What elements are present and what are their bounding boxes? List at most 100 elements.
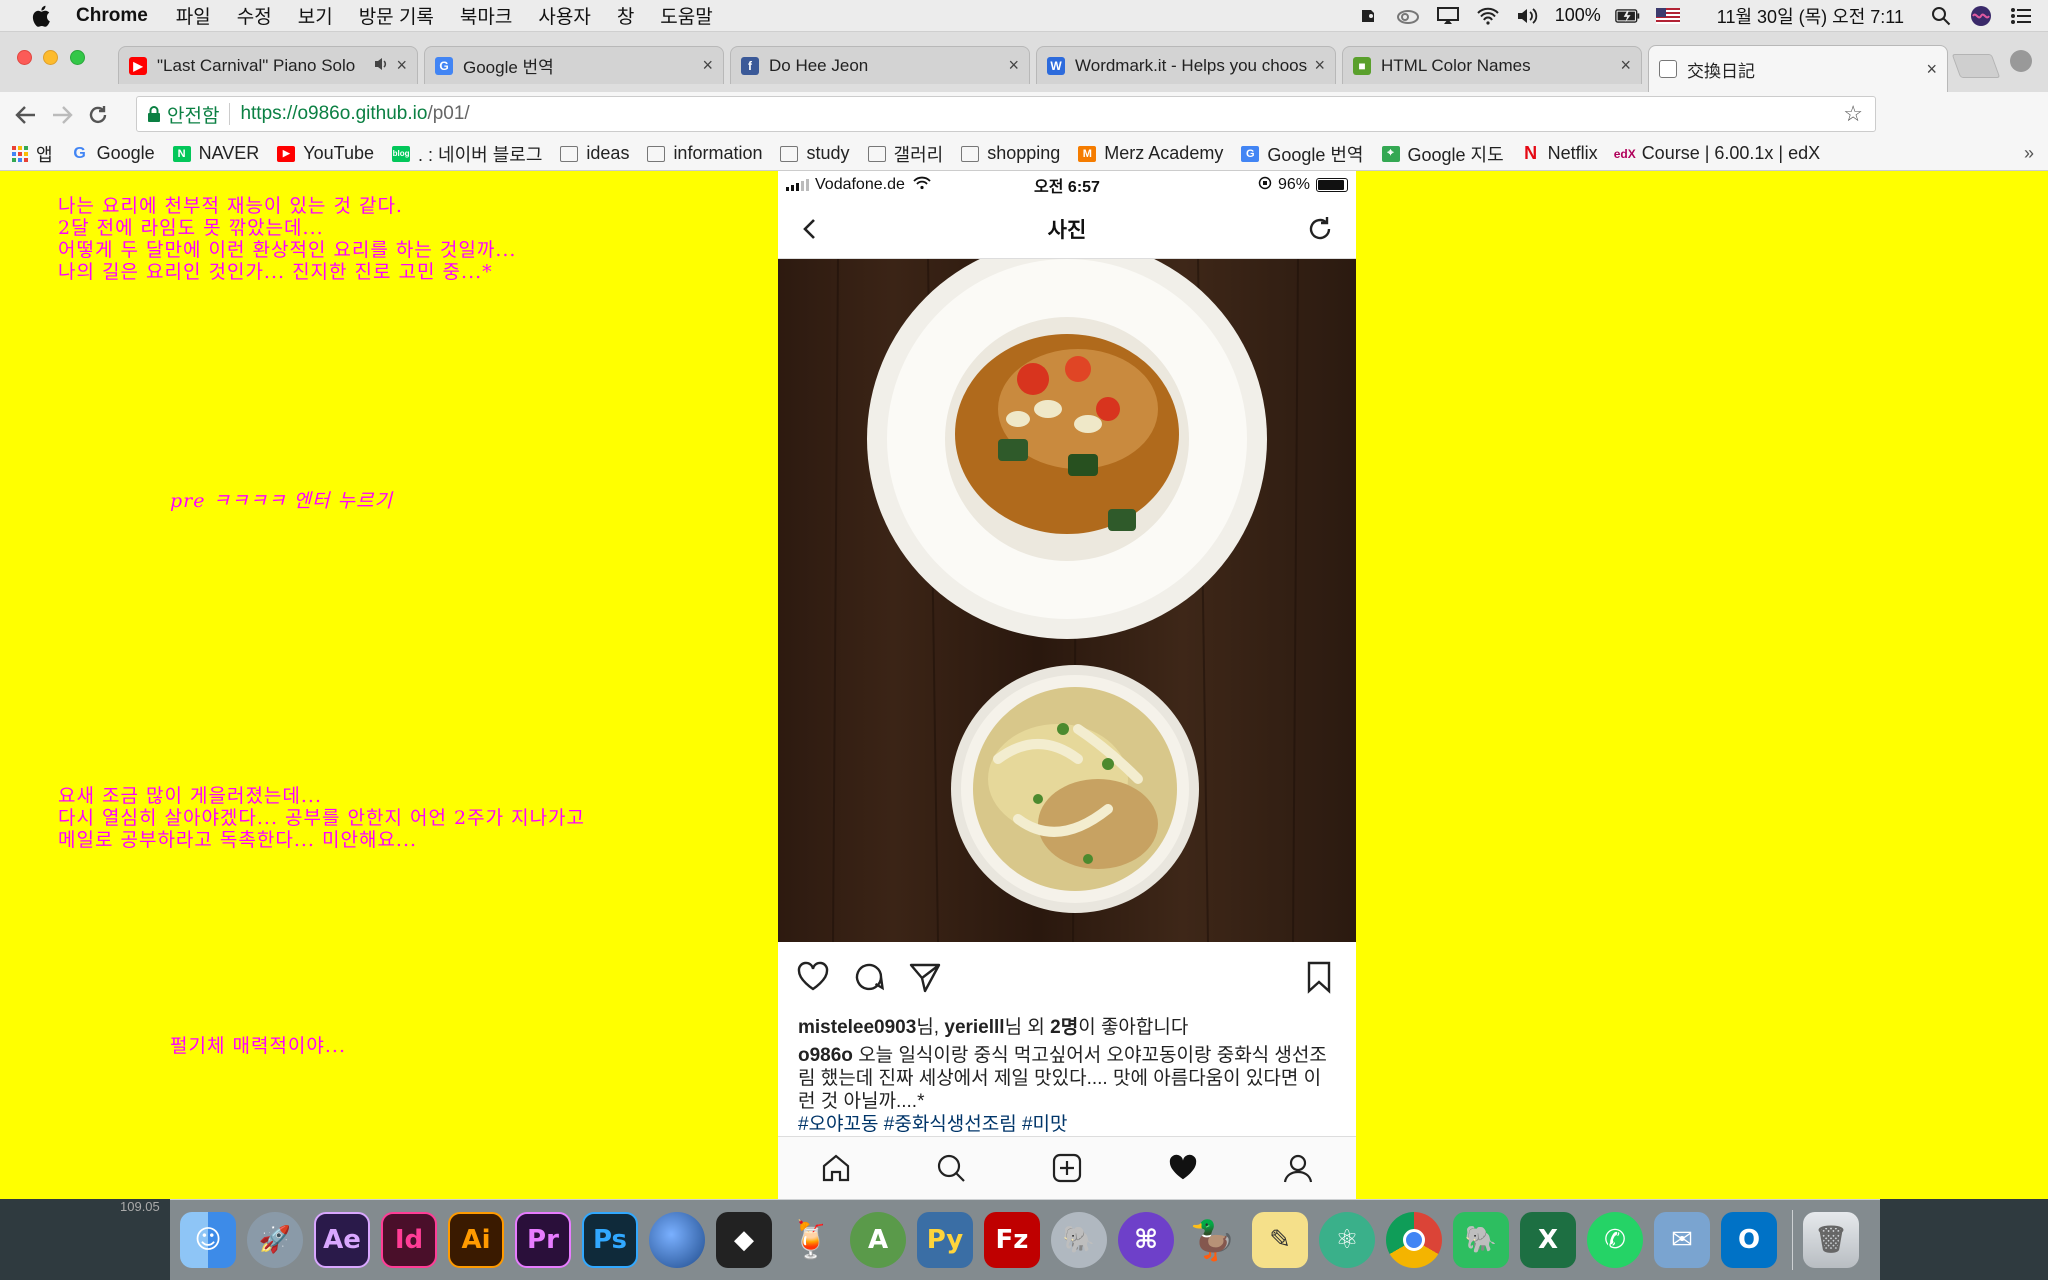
tab-google-translate[interactable]: G Google 번역 × bbox=[424, 46, 724, 84]
new-tab-button[interactable] bbox=[1951, 54, 2001, 78]
bookmark-netflix[interactable]: N Netflix bbox=[1522, 143, 1598, 164]
tab-close-icon[interactable]: × bbox=[1008, 55, 1019, 76]
airplay-icon[interactable] bbox=[1435, 5, 1461, 27]
comment-icon[interactable] bbox=[852, 960, 886, 994]
python-icon[interactable]: Py bbox=[917, 1212, 973, 1268]
android-studio-icon[interactable]: A bbox=[850, 1212, 906, 1268]
forward-arrow-icon[interactable] bbox=[50, 103, 74, 127]
bookmarks-overflow-icon[interactable]: » bbox=[2024, 143, 2034, 164]
whatsapp-icon[interactable]: ✆ bbox=[1587, 1212, 1643, 1268]
caption-hashtags[interactable]: #오야꼬동 #중화식생선조림 #미맛 bbox=[798, 1114, 1068, 1135]
spotlight-search-icon[interactable] bbox=[1928, 5, 1954, 27]
github-desktop-icon[interactable]: ⌘ bbox=[1118, 1212, 1174, 1268]
cyberduck-icon[interactable]: 🦆 bbox=[1185, 1212, 1241, 1268]
us-flag-icon[interactable] bbox=[1655, 5, 1681, 27]
like-user-1[interactable]: mistelee0903 bbox=[798, 1017, 916, 1038]
heart-icon[interactable] bbox=[796, 960, 830, 994]
bookmark-folder-study[interactable]: study bbox=[780, 143, 850, 164]
menu-view[interactable]: 보기 bbox=[298, 2, 333, 29]
home-icon[interactable] bbox=[820, 1152, 852, 1184]
food-photo[interactable] bbox=[778, 259, 1356, 942]
indesign-icon[interactable]: Id bbox=[381, 1212, 437, 1268]
window-close-button[interactable] bbox=[17, 50, 32, 65]
menu-file[interactable]: 파일 bbox=[176, 2, 211, 29]
save-bookmark-icon[interactable] bbox=[1304, 960, 1338, 994]
notes-icon[interactable]: ✎ bbox=[1252, 1212, 1308, 1268]
tab-close-icon[interactable]: × bbox=[1314, 55, 1325, 76]
menu-window[interactable]: 창 bbox=[617, 2, 634, 29]
battery-charging-icon[interactable] bbox=[1614, 5, 1641, 27]
finder-icon[interactable]: ☺ bbox=[180, 1212, 236, 1268]
menu-history[interactable]: 방문 기록 bbox=[359, 2, 434, 29]
tab-wordmark[interactable]: W Wordmark.it - Helps you choose × bbox=[1036, 46, 1336, 84]
like-user-2[interactable]: yerielll bbox=[944, 1017, 1004, 1038]
excel-icon[interactable]: X bbox=[1520, 1212, 1576, 1268]
menu-people[interactable]: 사용자 bbox=[538, 2, 590, 29]
secure-label[interactable]: 안전함 bbox=[167, 101, 219, 128]
share-icon[interactable] bbox=[908, 960, 942, 994]
filezilla-icon[interactable]: Fz bbox=[984, 1212, 1040, 1268]
url-path[interactable]: /p01/ bbox=[427, 103, 469, 125]
tab-close-icon[interactable]: × bbox=[396, 55, 407, 76]
bookmark-youtube[interactable]: ▶ YouTube bbox=[277, 143, 374, 164]
outlook-icon[interactable]: O bbox=[1721, 1212, 1777, 1268]
bookmark-google-maps[interactable]: ⌖ Google 지도 bbox=[1381, 141, 1504, 167]
bookmark-folder-gallery[interactable]: 갤러리 bbox=[867, 141, 943, 167]
wifi-icon[interactable] bbox=[1475, 5, 1501, 27]
cinema4d-icon[interactable] bbox=[649, 1212, 705, 1268]
atom-icon[interactable]: ⚛ bbox=[1319, 1212, 1375, 1268]
chrome-icon[interactable] bbox=[1386, 1212, 1442, 1268]
unity-icon[interactable]: ◆ bbox=[716, 1212, 772, 1268]
bookmark-naver-blog[interactable]: blog . : 네이버 블로그 bbox=[392, 141, 542, 167]
volume-icon[interactable] bbox=[1515, 5, 1541, 27]
menu-chrome[interactable]: Chrome bbox=[76, 5, 148, 27]
premiere-icon[interactable]: Pr bbox=[515, 1212, 571, 1268]
bookmark-google[interactable]: G Google bbox=[71, 143, 154, 164]
audio-playing-icon[interactable] bbox=[374, 57, 390, 74]
tab-exchange-diary[interactable]: 交換日記 × bbox=[1648, 45, 1948, 92]
after-effects-icon[interactable]: Ae bbox=[314, 1212, 370, 1268]
evernote-status-icon[interactable] bbox=[1355, 5, 1381, 27]
bookmark-google-translate[interactable]: G Google 번역 bbox=[1241, 141, 1364, 167]
activity-heart-icon[interactable] bbox=[1167, 1152, 1199, 1184]
apple-menu-icon[interactable] bbox=[28, 3, 54, 29]
launchpad-icon[interactable]: 🚀 bbox=[247, 1212, 303, 1268]
notification-center-icon[interactable] bbox=[2008, 5, 2034, 27]
reload-icon[interactable] bbox=[86, 103, 110, 127]
caption-username[interactable]: o986o bbox=[798, 1045, 853, 1066]
illustrator-icon[interactable]: Ai bbox=[448, 1212, 504, 1268]
bookmark-edx-course[interactable]: edX Course | 6.00.1x | edX bbox=[1614, 143, 1820, 164]
photoshop-icon[interactable]: Ps bbox=[582, 1212, 638, 1268]
evernote-icon[interactable]: 🐘 bbox=[1453, 1212, 1509, 1268]
bookmark-apps[interactable]: 앱 bbox=[12, 141, 53, 167]
address-bar[interactable]: 안전함 https://o986o.github.io /p01/ ☆ bbox=[136, 96, 1876, 132]
bookmark-folder-information[interactable]: information bbox=[647, 143, 762, 164]
siri-icon[interactable] bbox=[1968, 5, 1994, 27]
tab-do-hee-jeon[interactable]: f Do Hee Jeon × bbox=[730, 46, 1030, 84]
bookmark-merz-academy[interactable]: M Merz Academy bbox=[1078, 143, 1223, 164]
creative-cloud-icon[interactable] bbox=[1395, 5, 1421, 27]
bookmark-star-icon[interactable]: ☆ bbox=[1843, 101, 1863, 127]
search-icon[interactable] bbox=[935, 1152, 967, 1184]
window-minimize-button[interactable] bbox=[43, 50, 58, 65]
profile-icon[interactable] bbox=[1282, 1152, 1314, 1184]
drink-icon[interactable]: 🍹 bbox=[783, 1212, 839, 1268]
mail-icon[interactable]: ✉ bbox=[1654, 1212, 1710, 1268]
window-zoom-button[interactable] bbox=[70, 50, 85, 65]
profile-avatar-icon[interactable] bbox=[2010, 50, 2032, 72]
url-host[interactable]: https://o986o.github.io bbox=[240, 103, 427, 125]
bookmark-folder-shopping[interactable]: shopping bbox=[961, 143, 1060, 164]
trash-icon[interactable]: 🗑 bbox=[1803, 1212, 1859, 1268]
menu-clock[interactable]: 11월 30일 (목) 오전 7:11 bbox=[1717, 3, 1904, 29]
tab-close-icon[interactable]: × bbox=[1620, 55, 1631, 76]
bookmark-naver[interactable]: N NAVER bbox=[172, 143, 259, 164]
tab-html-color-names[interactable]: ■ HTML Color Names × bbox=[1342, 46, 1642, 84]
tab-last-carnival[interactable]: ▶ "Last Carnival" Piano Solo × bbox=[118, 46, 418, 84]
tab-close-icon[interactable]: × bbox=[702, 55, 713, 76]
menu-bookmarks[interactable]: 북마크 bbox=[460, 2, 512, 29]
ig-likes[interactable]: mistelee0903님, yerielll님 외 2명이 좋아합니다 bbox=[778, 1012, 1356, 1044]
tab-close-icon[interactable]: × bbox=[1926, 59, 1937, 80]
back-arrow-icon[interactable] bbox=[14, 103, 38, 127]
sequel-pro-icon[interactable]: 🐘 bbox=[1051, 1212, 1107, 1268]
lock-icon[interactable] bbox=[147, 106, 161, 122]
